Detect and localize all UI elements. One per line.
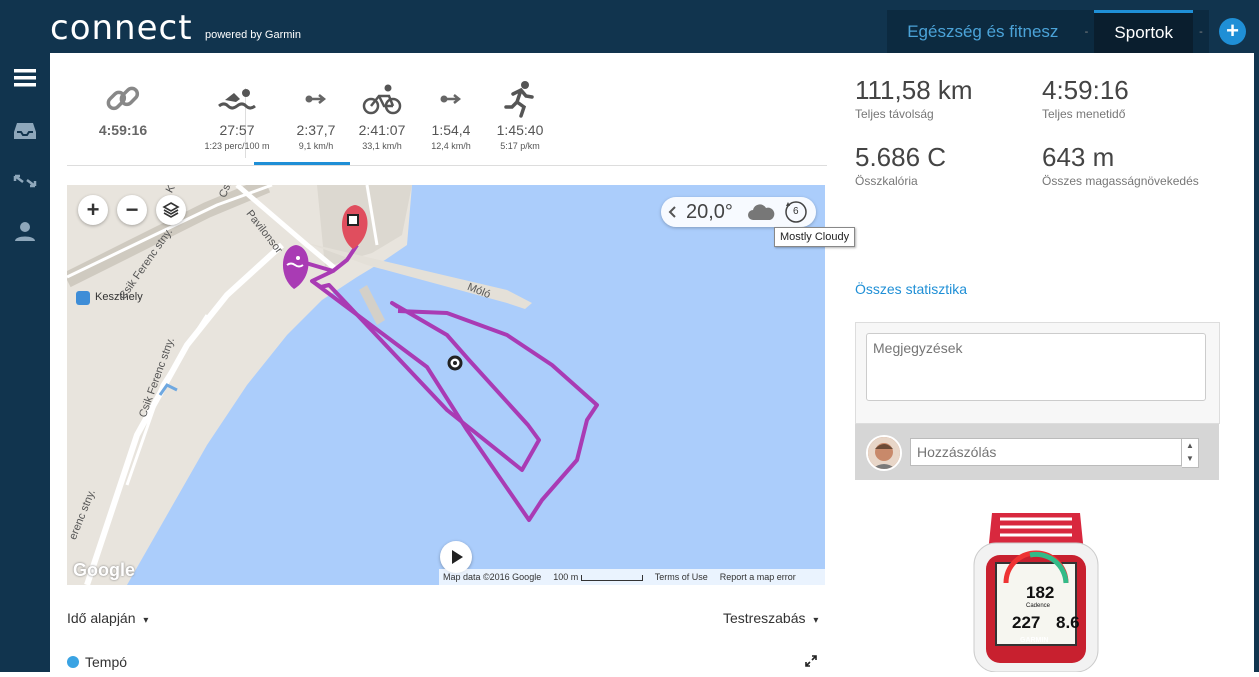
segment-transition-1[interactable]: 2:37,7 9,1 km/h <box>289 80 343 151</box>
app-logo[interactable]: connect <box>50 8 193 48</box>
layers-button[interactable] <box>156 195 186 225</box>
all-stats-link[interactable]: Összes statisztika <box>855 281 967 297</box>
map-canvas <box>67 185 599 585</box>
scale-bar <box>580 574 643 581</box>
route-map[interactable]: Keszthely K Csik Fer Csik Ferenc stny. C… <box>67 185 825 585</box>
segment-sub: 12,4 km/h <box>431 141 471 151</box>
chevron-left-icon[interactable] <box>667 205 677 219</box>
wind-speed: 6 <box>793 206 799 217</box>
tab-sports[interactable]: Sportok <box>1094 10 1193 53</box>
stat-distance: 111,58 km Teljes távolság <box>855 75 973 121</box>
comment-panel: ▲▼ <box>855 424 1219 480</box>
temperature: 20,0° <box>686 201 733 223</box>
avatar <box>866 435 902 471</box>
segment-bike[interactable]: 2:41:07 33,1 km/h <box>355 80 409 151</box>
menu-icon[interactable] <box>13 68 37 88</box>
google-logo: Google <box>73 560 135 580</box>
caret-down-icon: ▾ <box>143 615 149 626</box>
selected-indicator <box>254 162 350 165</box>
right-edge <box>1254 53 1259 672</box>
stat-value: 4:59:16 <box>1042 75 1129 105</box>
top-bar: connect powered by Garmin Egészség és fi… <box>0 0 1259 53</box>
tab-menu-toggle[interactable]: - <box>1193 10 1209 53</box>
customize-dropdown[interactable]: Testreszabás ▾ <box>723 610 818 626</box>
segment-value: 4:59:16 <box>98 122 148 138</box>
segment-sub: 33,1 km/h <box>362 141 402 151</box>
segment-transition-2[interactable]: 1:54,4 12,4 km/h <box>424 80 478 151</box>
segment-swim[interactable]: 27:57 1:23 perc/100 m <box>197 80 277 151</box>
comment-input[interactable] <box>910 438 1182 466</box>
watch-value: 8.6 <box>1056 613 1080 632</box>
map-scale: 100 m <box>553 572 643 582</box>
transition-icon <box>424 80 478 118</box>
user-icon[interactable] <box>13 221 37 241</box>
stat-label: Összkalória <box>855 174 918 188</box>
run-icon <box>491 80 549 118</box>
link-icon <box>95 80 151 118</box>
sidebar <box>0 53 50 672</box>
segment-total[interactable]: 4:59:16 <box>95 80 151 138</box>
segment-value: 2:37,7 <box>296 122 336 138</box>
device-image: 182 Cadence 227 8.6 GARMIN <box>970 513 1102 673</box>
top-tabs: Egészség és fitnesz - Sportok - <box>887 10 1209 53</box>
watch-label: Cadence <box>1026 603 1051 609</box>
powered-by: powered by Garmin <box>205 29 301 41</box>
segment-value: 2:41:07 <box>358 122 406 138</box>
tab-menu-toggle[interactable]: - <box>1078 10 1095 53</box>
zoom-out-button[interactable]: − <box>117 195 147 225</box>
dropdown-label: Testreszabás <box>723 610 806 626</box>
chart-legend: Tempó <box>67 654 127 670</box>
stat-value: 5.686 C <box>855 142 947 172</box>
zoom-in-button[interactable]: + <box>78 195 108 225</box>
weather-widget: 20,0° 6 <box>661 197 816 227</box>
segment-value: 27:57 <box>219 122 255 138</box>
stat-calories: 5.686 C Összkalória <box>855 142 946 188</box>
stat-time: 4:59:16 Teljes menetidő <box>1042 75 1129 121</box>
stat-value: 643 m <box>1042 142 1115 172</box>
notes-field[interactable] <box>866 333 1206 401</box>
legend-dot <box>67 656 79 668</box>
tab-health-fitness[interactable]: Egészség és fitnesz <box>887 10 1079 53</box>
comment-scrollbar[interactable]: ▲ ▼ <box>1182 438 1199 468</box>
swim-icon <box>197 80 277 118</box>
bike-icon <box>355 80 409 118</box>
stat-label: Teljes menetidő <box>1042 107 1126 121</box>
watch-value: 182 <box>1026 583 1055 602</box>
watch-brand: GARMIN <box>1020 637 1049 644</box>
stat-elevation: 643 m Összes magasságnövekedés <box>1042 142 1199 188</box>
expand-icon[interactable] <box>805 655 817 667</box>
caret-down-icon: ▾ <box>813 615 819 626</box>
segment-sub: 5:17 p/km <box>500 141 540 151</box>
add-button[interactable]: + <box>1219 18 1246 45</box>
stat-label: Teljes távolság <box>855 107 934 121</box>
segment-sub: 9,1 km/h <box>298 141 334 151</box>
report-link[interactable]: Report a map error <box>720 572 796 582</box>
segment-sub: 1:23 perc/100 m <box>204 141 270 151</box>
scale-label: 100 m <box>553 572 579 582</box>
segment-run[interactable]: 1:45:40 5:17 p/km <box>491 80 549 151</box>
map-footer: Map data ©2016 Google 100 m Terms of Use… <box>439 569 825 585</box>
arrows-icon[interactable] <box>13 171 37 191</box>
segment-value: 1:45:40 <box>496 122 544 138</box>
notes-panel <box>855 322 1220 424</box>
cloud-icon <box>748 204 775 220</box>
dropdown-label: Idő alapján <box>67 610 136 626</box>
segment-value: 1:54,4 <box>431 122 471 138</box>
sport-segments: 4:59:16 27:57 1:23 perc/100 m 2:37,7 9,1… <box>67 80 827 166</box>
legend-label: Tempó <box>85 654 128 670</box>
layers-icon <box>162 202 180 218</box>
watch-value: 227 <box>1012 613 1041 632</box>
transition-icon <box>289 80 343 118</box>
time-basis-dropdown[interactable]: Idő alapján ▾ <box>67 610 148 626</box>
inbox-icon[interactable] <box>13 121 37 141</box>
weather-tooltip: Mostly Cloudy <box>774 227 856 247</box>
stat-value: 111,58 km <box>855 75 973 105</box>
map-data-text: Map data ©2016 Google <box>443 572 542 582</box>
terms-link[interactable]: Terms of Use <box>655 572 708 582</box>
bus-stop-icon <box>76 291 90 305</box>
stat-label: Összes magasságnövekedés <box>1042 174 1199 188</box>
